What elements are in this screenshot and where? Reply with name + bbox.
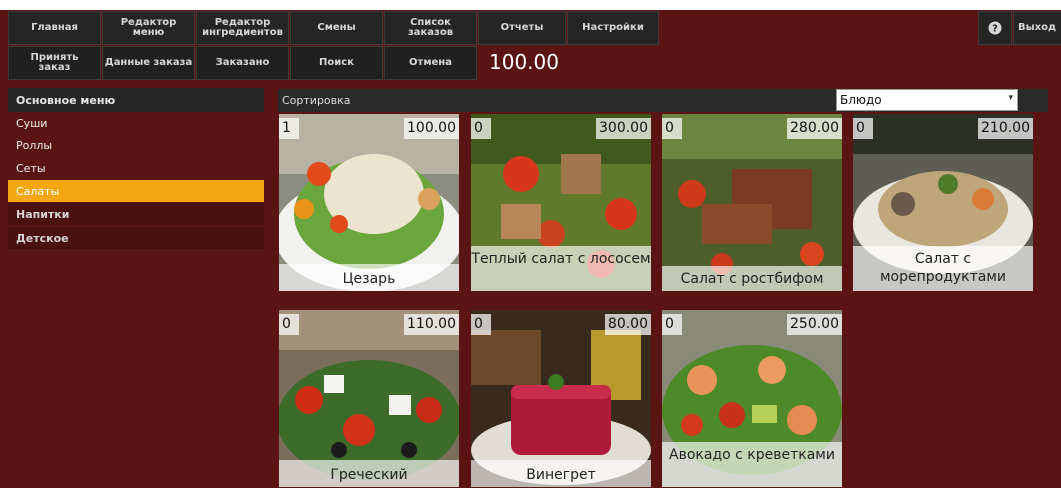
sort-select[interactable]: Блюдо ▾ <box>836 89 1018 111</box>
nav-button-menu-editor[interactable]: Редактор меню <box>102 11 195 45</box>
help-button[interactable]: ? <box>978 11 1012 45</box>
dish-tile-caesar[interactable]: 1 100.00 Цезарь <box>279 114 459 291</box>
dish-name: Салат с ростбифом <box>662 266 842 291</box>
ordered-button[interactable]: Заказано <box>196 46 289 80</box>
dish-tile-warm-salmon[interactable]: 0 300.00 Теплый салат с лососем <box>471 114 651 291</box>
dish-tile-seafood[interactable]: 0 210.00 Салат с морепродуктами <box>853 114 1033 291</box>
nav-button-reports[interactable]: Отчеты <box>478 11 566 45</box>
dish-price: 210.00 <box>978 118 1033 139</box>
dish-quantity: 0 <box>279 314 299 335</box>
question-circle-icon: ? <box>988 21 1002 35</box>
dish-tile-avocado-shrimp[interactable]: 0 250.00 Авокадо с креветками <box>662 310 842 487</box>
nav-button-orders-list[interactable]: Список заказов <box>384 11 477 45</box>
dish-photo <box>662 114 842 291</box>
nav-button-home[interactable]: Главная <box>8 11 101 45</box>
category-sushi[interactable]: Суши <box>8 112 264 134</box>
dish-price: 110.00 <box>404 314 459 335</box>
dish-quantity: 0 <box>853 118 873 139</box>
sort-select-value: Блюдо <box>840 93 882 107</box>
dish-quantity: 0 <box>471 314 491 335</box>
dish-price: 280.00 <box>787 118 842 139</box>
main-menu-header[interactable]: Основное меню <box>8 88 264 112</box>
nav-button-ingredients-editor[interactable]: Редактор ингредиентов <box>196 11 289 45</box>
dish-quantity: 0 <box>471 118 491 139</box>
dish-name: Авокадо с креветками <box>662 442 842 487</box>
dish-name: Греческий <box>279 460 459 487</box>
category-sets[interactable]: Сеты <box>8 157 264 179</box>
search-button[interactable]: Поиск <box>290 46 383 80</box>
order-data-button[interactable]: Данные заказа <box>102 46 195 80</box>
dish-tile-roast-beef[interactable]: 0 280.00 Салат с ростбифом <box>662 114 842 291</box>
nav-button-settings[interactable]: Настройки <box>567 11 659 45</box>
dish-quantity: 0 <box>662 314 682 335</box>
order-total: 100.00 <box>489 50 559 74</box>
dish-quantity: 0 <box>662 118 682 139</box>
dish-price: 100.00 <box>404 118 459 139</box>
dish-tile-vinaigrette[interactable]: 0 80.00 Винегрет <box>471 310 651 487</box>
nav-button-shifts[interactable]: Смены <box>290 11 383 45</box>
sort-label: Сортировка <box>282 94 351 107</box>
cancel-button[interactable]: Отмена <box>384 46 477 80</box>
window-title-strip <box>0 0 1061 10</box>
exit-button[interactable]: Выход <box>1013 11 1061 45</box>
dish-quantity: 1 <box>279 118 299 139</box>
accept-order-button[interactable]: Принять заказ <box>8 46 101 80</box>
category-kids[interactable]: Детское <box>8 227 264 249</box>
category-drinks[interactable]: Напитки <box>8 203 264 225</box>
dish-tile-greek[interactable]: 0 110.00 Греческий <box>279 310 459 487</box>
dish-name: Салат с морепродуктами <box>853 246 1033 291</box>
chevron-down-icon: ▾ <box>1008 93 1013 103</box>
dish-name: Цезарь <box>279 264 459 291</box>
svg-text:?: ? <box>992 24 998 35</box>
dish-price: 250.00 <box>787 314 842 335</box>
dish-name: Винегрет <box>471 460 651 487</box>
dish-name: Теплый салат с лососем <box>471 246 651 291</box>
dish-price: 300.00 <box>596 118 651 139</box>
dish-price: 80.00 <box>604 314 651 335</box>
category-salads[interactable]: Салаты <box>8 180 264 202</box>
category-rolls[interactable]: Роллы <box>8 134 264 156</box>
